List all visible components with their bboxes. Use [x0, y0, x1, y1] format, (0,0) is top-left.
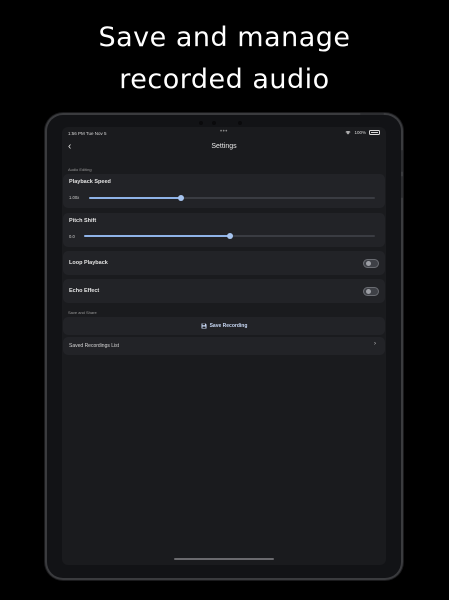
- promo-headline-line1: Save and manage: [98, 22, 351, 53]
- status-bar: 1:56 PM Tue Nov 5 ••• 100%: [62, 127, 386, 139]
- pitch-shift-thumb[interactable]: [226, 232, 233, 239]
- loop-toggle-knob: [365, 261, 371, 267]
- echo-toggle-knob: [365, 289, 371, 295]
- playback-speed-thumb[interactable]: [177, 194, 184, 201]
- wifi-icon: [345, 130, 352, 135]
- status-time: 1:56 PM Tue Nov 5: [68, 131, 107, 136]
- chevron-right-icon: ›: [374, 341, 376, 347]
- playback-speed-value: 1.00x: [69, 195, 80, 200]
- saved-recordings-label: Saved Recordings List: [69, 343, 120, 349]
- battery-percent: 100%: [354, 130, 366, 135]
- status-right: 100%: [345, 130, 380, 135]
- save-recording-button[interactable]: Save Recording: [63, 317, 385, 335]
- section-header-audio-editing: Audio Editing: [68, 167, 92, 172]
- pitch-shift-card: Pitch Shift 0.0: [63, 213, 385, 247]
- tablet-volume-button-2: [401, 176, 403, 198]
- multitask-dots[interactable]: •••: [220, 129, 228, 135]
- playback-speed-label: Playback Speed: [69, 179, 111, 185]
- camera-dot-2: [212, 121, 216, 125]
- camera-dot-3: [238, 121, 242, 125]
- echo-effect-label: Echo Effect: [69, 288, 100, 294]
- app-screen: 1:56 PM Tue Nov 5 ••• 100% ‹ Settings Au…: [62, 127, 386, 565]
- playback-speed-slider[interactable]: [89, 194, 375, 201]
- pitch-shift-label: Pitch Shift: [69, 218, 97, 224]
- promo-headline-line2: recorded audio: [119, 64, 330, 95]
- battery-icon: [369, 130, 380, 135]
- loop-playback-row: Loop Playback: [63, 251, 385, 275]
- pitch-shift-value: 0.0: [69, 234, 75, 239]
- pitch-shift-fill: [84, 235, 230, 237]
- nav-bar: ‹ Settings: [62, 139, 386, 159]
- playback-speed-card: Playback Speed 1.00x: [63, 174, 385, 208]
- loop-playback-label: Loop Playback: [69, 260, 108, 266]
- echo-effect-row: Echo Effect: [63, 279, 385, 303]
- camera-dot: [199, 121, 203, 125]
- echo-effect-toggle[interactable]: [363, 287, 379, 296]
- pitch-shift-slider[interactable]: [84, 232, 375, 239]
- home-indicator[interactable]: [174, 558, 274, 560]
- saved-recordings-list-row[interactable]: Saved Recordings List ›: [63, 337, 385, 355]
- page-title: Settings: [211, 143, 237, 150]
- section-header-save-share: Save and Share: [68, 310, 97, 315]
- loop-playback-toggle[interactable]: [363, 259, 379, 268]
- floppy-disk-icon: [201, 323, 207, 329]
- tablet-top-button: [360, 113, 384, 115]
- tablet-volume-button: [401, 150, 403, 172]
- playback-speed-fill: [89, 197, 181, 199]
- save-recording-label: Save Recording: [209, 323, 248, 329]
